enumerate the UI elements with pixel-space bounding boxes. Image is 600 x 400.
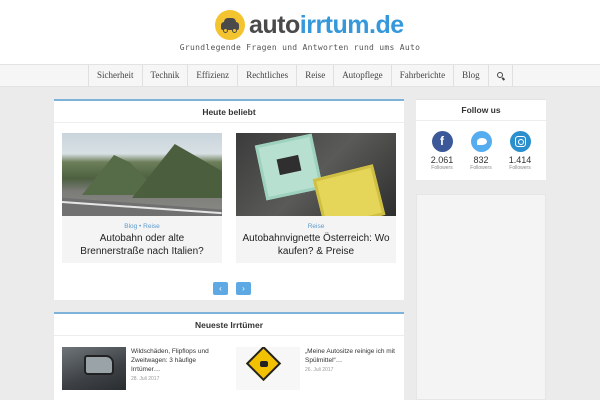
twitter-label: Followers xyxy=(470,165,492,171)
post-image-mirror[interactable] xyxy=(62,347,126,390)
nav-item-sicherheit[interactable]: Sicherheit xyxy=(89,65,143,86)
facebook-count: 2.061 xyxy=(430,155,454,165)
popular-title: Heute beliebt xyxy=(54,101,404,123)
follow-title: Follow us xyxy=(416,100,546,121)
carousel-pager: ‹ › xyxy=(213,282,251,295)
site-header: autoirrtum.de Grundlegende Fragen und An… xyxy=(0,0,600,64)
social-facebook[interactable]: f 2.061 Followers xyxy=(425,131,459,171)
main-nav: Sicherheit Technik Effizienz Rechtliches… xyxy=(0,64,600,87)
card-title[interactable]: Autobahn oder alte Brennerstraße nach It… xyxy=(62,233,222,258)
card-image-highway[interactable] xyxy=(62,133,222,216)
post-date: 28. Juli 2017 xyxy=(131,376,160,382)
popular-card[interactable]: Blog • Reise Autobahn oder alte Brenners… xyxy=(62,133,222,263)
card-category[interactable]: Reise xyxy=(236,222,396,231)
nav-item-reise[interactable]: Reise xyxy=(297,65,335,86)
nav-item-fahrberichte[interactable]: Fahrberichte xyxy=(392,65,455,86)
post-image-sign[interactable] xyxy=(236,347,300,390)
post-date: 26. Juli 2017 xyxy=(305,367,334,373)
popular-card[interactable]: Reise Autobahnvignette Österreich: Wo ka… xyxy=(236,133,396,263)
newest-panel: Neueste Irrtümer Wildschäden, Flipflops … xyxy=(54,312,404,400)
nav-item-rechtliches[interactable]: Rechtliches xyxy=(238,65,298,86)
twitter-icon[interactable] xyxy=(470,131,492,152)
twitter-count: 832 xyxy=(473,155,489,165)
nav-item-effizienz[interactable]: Effizienz xyxy=(188,65,239,86)
facebook-icon[interactable]: f xyxy=(431,131,453,152)
social-instagram[interactable]: 1.414 Followers xyxy=(503,131,537,171)
card-image-vignette[interactable] xyxy=(236,133,396,216)
logo-text: autoirrtum.de xyxy=(249,10,404,40)
popular-panel: Heute beliebt Blog • Reise Autobahn oder… xyxy=(54,99,404,300)
nav-item-technik[interactable]: Technik xyxy=(143,65,189,86)
site-logo[interactable]: autoirrtum.de xyxy=(215,10,404,40)
follow-panel: Follow us f 2.061 Followers 832 Follower… xyxy=(416,99,546,180)
car-icon xyxy=(215,10,245,40)
card-category[interactable]: Blog • Reise xyxy=(62,222,222,231)
instagram-icon[interactable] xyxy=(509,131,531,152)
instagram-label: Followers xyxy=(509,165,531,171)
nav-item-autopflege[interactable]: Autopflege xyxy=(334,65,392,86)
post-title[interactable]: „Meine Autositze reinige ich mit Spülmit… xyxy=(305,347,396,365)
logo-text-irrtum: irrtum.de xyxy=(299,11,404,39)
social-twitter[interactable]: 832 Followers xyxy=(464,131,498,171)
newest-title: Neueste Irrtümer xyxy=(54,314,404,336)
nav-item-blog[interactable]: Blog xyxy=(454,65,489,86)
facebook-label: Followers xyxy=(431,165,453,171)
post-title[interactable]: Wildschäden, Flipflops und Zweitwagen: 3… xyxy=(131,347,222,374)
instagram-count: 1.414 xyxy=(508,155,532,165)
sidebar-ad-box xyxy=(416,194,546,400)
carousel-next-button[interactable]: › xyxy=(236,282,251,295)
card-title[interactable]: Autobahnvignette Österreich: Wo kaufen? … xyxy=(236,233,396,258)
nav-search-button[interactable] xyxy=(489,65,513,86)
logo-text-auto: auto xyxy=(249,11,300,39)
site-tagline: Grundlegende Fragen und Antworten rund u… xyxy=(179,43,421,52)
search-icon xyxy=(496,72,503,78)
list-item[interactable]: „Meine Autositze reinige ich mit Spülmit… xyxy=(236,347,396,391)
list-item[interactable]: Wildschäden, Flipflops und Zweitwagen: 3… xyxy=(62,347,222,391)
carousel-prev-button[interactable]: ‹ xyxy=(213,282,228,295)
